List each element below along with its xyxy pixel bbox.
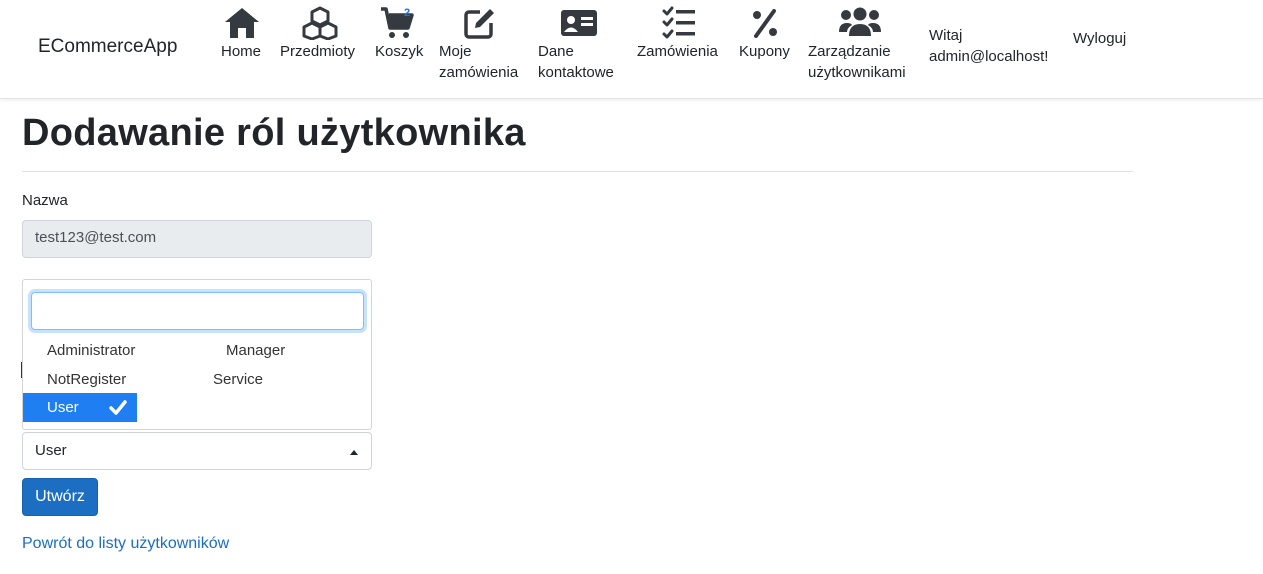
role-option-manager[interactable]: Manager xyxy=(226,336,285,365)
tasks-icon xyxy=(662,6,695,39)
cart-count-badge: 2 xyxy=(404,7,411,19)
roles-select[interactable]: User xyxy=(22,432,372,470)
role-option-user-label: User xyxy=(47,399,79,416)
back-to-users-link[interactable]: Powrót do listy użytkowników xyxy=(22,535,229,553)
greeting-link[interactable]: Witaj admin@localhost! xyxy=(929,25,1048,67)
nav-label-contact-data: Dane kontaktowe xyxy=(538,43,614,81)
roles-dropdown-panel: Administrator Manager NotRegister Servic… xyxy=(22,279,372,430)
nav-label-products: Przedmioty xyxy=(280,43,356,60)
role-option-service[interactable]: Service xyxy=(213,365,263,394)
nav-label-home: Home xyxy=(221,43,262,60)
users-icon xyxy=(839,7,881,36)
create-button[interactable]: Utwórz xyxy=(22,478,98,516)
check-icon xyxy=(109,400,127,415)
roles-search-input[interactable] xyxy=(31,292,364,330)
percent-icon xyxy=(753,9,777,38)
page-title: Dodawanie ról użytkownika xyxy=(22,112,526,154)
edit-icon xyxy=(464,9,494,39)
role-option-user[interactable]: User xyxy=(23,393,137,422)
nav-label-my-orders: Moje zamówienia xyxy=(439,43,519,81)
nav-label-coupons: Kupony xyxy=(739,43,790,60)
cubes-icon xyxy=(302,6,338,40)
home-icon xyxy=(225,8,259,38)
name-label: Nazwa xyxy=(22,192,68,209)
contact-card-icon xyxy=(561,10,597,36)
logout-button[interactable]: Wyloguj xyxy=(1073,28,1126,49)
title-divider xyxy=(22,171,1133,172)
brand-link[interactable]: ECommerceApp xyxy=(38,36,177,58)
nav-label-orders: Zamówienia xyxy=(637,43,718,60)
top-navbar: ECommerceApp Home Przedmioty 2 Koszyk Mo… xyxy=(0,0,1263,99)
nav-label-user-management: Zarządzanie użytkownikami xyxy=(808,43,906,81)
roles-select-value: User xyxy=(35,442,67,459)
role-option-notregister[interactable]: NotRegister xyxy=(47,365,126,394)
caret-up-icon xyxy=(350,450,358,455)
role-option-administrator[interactable]: Administrator xyxy=(47,336,135,365)
name-field: test123@test.com xyxy=(22,220,372,258)
nav-label-cart: Koszyk xyxy=(375,43,424,60)
